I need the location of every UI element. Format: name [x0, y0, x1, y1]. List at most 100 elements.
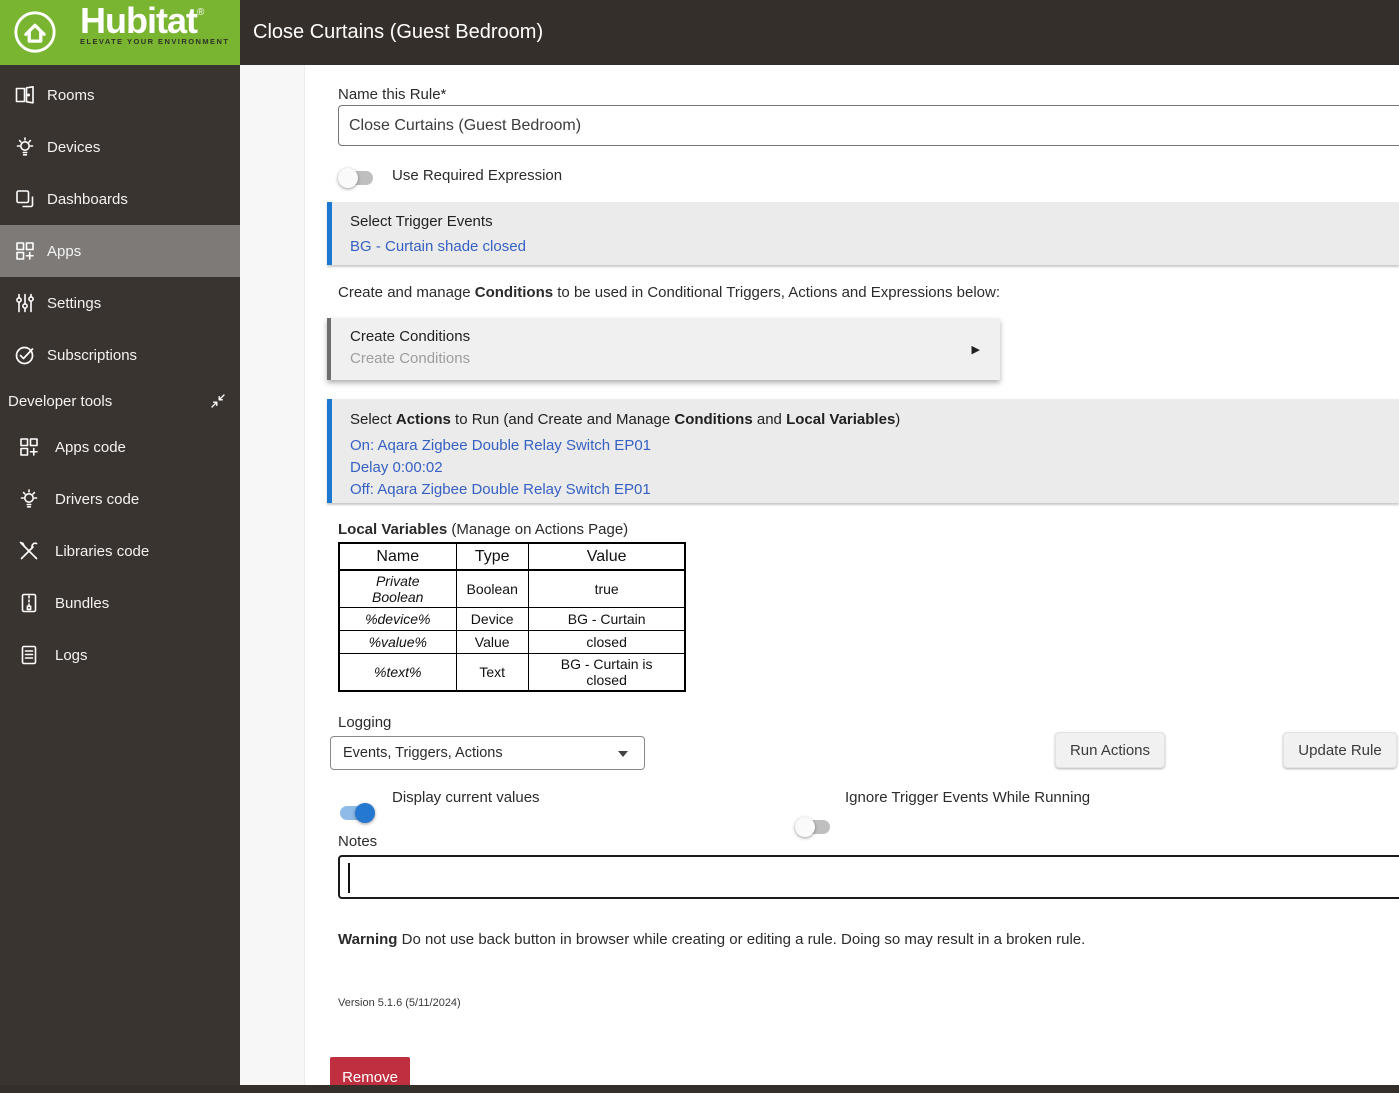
logging-select[interactable]: Events, Triggers, Actions [330, 736, 645, 770]
logging-selected-value: Events, Triggers, Actions [343, 745, 503, 761]
variable-type: Boolean [455, 569, 529, 608]
sidebar-item-settings[interactable]: Settings [0, 277, 240, 329]
sidebar-item-drivers-code[interactable]: Drivers code [0, 473, 240, 525]
chevron-down-icon [618, 751, 628, 757]
update-rule-button[interactable]: Update Rule [1283, 732, 1397, 768]
sidebar-item-apps-code[interactable]: Apps code [0, 421, 240, 473]
developer-tools-header: Developer tools [0, 381, 240, 421]
name-rule-label: Name this Rule* [338, 86, 447, 103]
sidebar-item-subscriptions[interactable]: Subscriptions [0, 329, 240, 381]
ignore-trigger-events-toggle[interactable] [795, 817, 830, 837]
brand-registered-mark: ® [196, 7, 205, 18]
page-title: Close Curtains (Guest Bedroom) [253, 21, 544, 43]
sidebar-item-label: Apps code [55, 438, 126, 456]
sidebar-item-label: Logs [55, 646, 88, 664]
sidebar-item-label: Libraries code [55, 542, 150, 560]
text-cursor [348, 863, 350, 893]
sidebar-item-dashboards[interactable]: Dashboards [0, 173, 240, 225]
hubitat-logo[interactable]: Hubitat® ELEVATE YOUR ENVIRONMENT [0, 0, 240, 65]
column-header-value: Value [527, 542, 686, 571]
sidebar-item-label: Devices [47, 138, 101, 156]
main-content: Name this Rule* Use Required Expression … [240, 65, 1399, 1093]
sidebar-item-label: Subscriptions [47, 346, 138, 364]
local-variables-label: Local Variables (Manage on Actions Page) [338, 521, 629, 538]
expand-arrow-icon: ▶ [971, 344, 980, 356]
page-root: Hubitat® ELEVATE YOUR ENVIRONMENT Rooms [0, 0, 1399, 1093]
devices-icon [13, 135, 37, 159]
create-conditions-subtitle: Create Conditions [350, 350, 471, 367]
display-current-values-label: Display current values [392, 789, 540, 806]
actions-panel-title: Select Actions to Run (and Create and Ma… [350, 411, 901, 428]
subscriptions-icon [13, 343, 37, 367]
developer-tools-label: Developer tools [8, 392, 113, 410]
sidebar-nav: Rooms Devices Dashboards Apps Settings S… [0, 69, 240, 681]
column-header-name: Name [338, 542, 457, 571]
sidebar-item-devices[interactable]: Devices [0, 121, 240, 173]
rooms-icon [13, 83, 37, 107]
select-trigger-events-panel[interactable]: Select Trigger Events BG - Curtain shade… [327, 202, 1399, 265]
brand-text: Hubitat® ELEVATE YOUR ENVIRONMENT [80, 0, 230, 47]
hubitat-logo-icon [12, 9, 58, 55]
content-gutter [240, 65, 305, 1093]
footer-bar [0, 1085, 1399, 1093]
table-row: %text% Text BG - Curtain is closed [338, 653, 686, 692]
bundles-icon [17, 591, 41, 615]
sidebar-item-apps[interactable]: Apps [0, 225, 240, 277]
create-conditions-panel[interactable]: Create Conditions Create Conditions ▶ [327, 318, 1000, 380]
brand-tagline: ELEVATE YOUR ENVIRONMENT [80, 37, 230, 46]
variable-type: Device [455, 607, 529, 631]
variable-type: Text [455, 653, 529, 692]
version-text: Version 5.1.6 (5/11/2024) [338, 997, 461, 1009]
trigger-event-link[interactable]: BG - Curtain shade closed [350, 236, 526, 258]
variable-type: Value [455, 630, 529, 654]
table-row: Private Boolean Boolean true [338, 569, 686, 608]
collapse-icon[interactable] [210, 393, 226, 409]
variable-name: %value% [338, 630, 457, 654]
sidebar-item-label: Drivers code [55, 490, 140, 508]
sidebar-item-libraries-code[interactable]: Libraries code [0, 525, 240, 577]
apps-code-icon [17, 435, 41, 459]
action-link-off[interactable]: Off: Aqara Zigbee Double Relay Switch EP… [350, 479, 651, 501]
variable-value: BG - Curtain is closed [527, 653, 686, 692]
table-header-row: Name Type Value [338, 542, 686, 571]
variable-value: closed [527, 630, 686, 654]
apps-icon [13, 239, 37, 263]
dashboards-icon [13, 187, 37, 211]
sidebar: Hubitat® ELEVATE YOUR ENVIRONMENT Rooms [0, 0, 240, 1093]
sidebar-item-label: Settings [47, 294, 102, 312]
trigger-panel-title: Select Trigger Events [350, 213, 493, 230]
select-actions-panel[interactable]: Select Actions to Run (and Create and Ma… [327, 399, 1399, 503]
column-header-type: Type [455, 542, 529, 571]
logging-label: Logging [338, 714, 392, 731]
variable-name: %text% [338, 653, 457, 692]
variable-value: BG - Curtain [527, 607, 686, 631]
settings-icon [13, 291, 37, 315]
use-required-expression-toggle[interactable] [338, 168, 373, 188]
action-link-on[interactable]: On: Aqara Zigbee Double Relay Switch EP0… [350, 435, 651, 457]
table-row: %value% Value closed [338, 630, 686, 654]
create-conditions-title: Create Conditions [350, 328, 471, 345]
display-current-values-toggle[interactable] [340, 803, 375, 823]
action-link-delay[interactable]: Delay 0:00:02 [350, 457, 443, 479]
header-bar: Close Curtains (Guest Bedroom) [240, 0, 1399, 65]
drivers-code-icon [17, 487, 41, 511]
sidebar-item-label: Rooms [47, 86, 95, 104]
rule-name-input[interactable] [338, 105, 1399, 146]
notes-label: Notes [338, 833, 378, 850]
sidebar-item-label: Bundles [55, 594, 110, 612]
ignore-trigger-events-label: Ignore Trigger Events While Running [845, 789, 1091, 806]
sidebar-item-logs[interactable]: Logs [0, 629, 240, 681]
sidebar-item-label: Dashboards [47, 190, 128, 208]
notes-textarea[interactable] [338, 855, 1399, 899]
variable-name: Private Boolean [338, 569, 457, 608]
sidebar-item-label: Apps [47, 242, 82, 260]
warning-text: Warning Do not use back button in browse… [338, 931, 1086, 948]
brand-name: Hubitat [80, 0, 198, 41]
sidebar-item-bundles[interactable]: Bundles [0, 577, 240, 629]
run-actions-button[interactable]: Run Actions [1055, 732, 1165, 768]
logs-icon [17, 643, 41, 667]
variable-value: true [527, 569, 686, 608]
conditions-description: Create and manage Conditions to be used … [338, 284, 1001, 301]
sidebar-item-rooms[interactable]: Rooms [0, 69, 240, 121]
local-variables-table: Name Type Value Private Boolean Boolean … [338, 542, 687, 692]
